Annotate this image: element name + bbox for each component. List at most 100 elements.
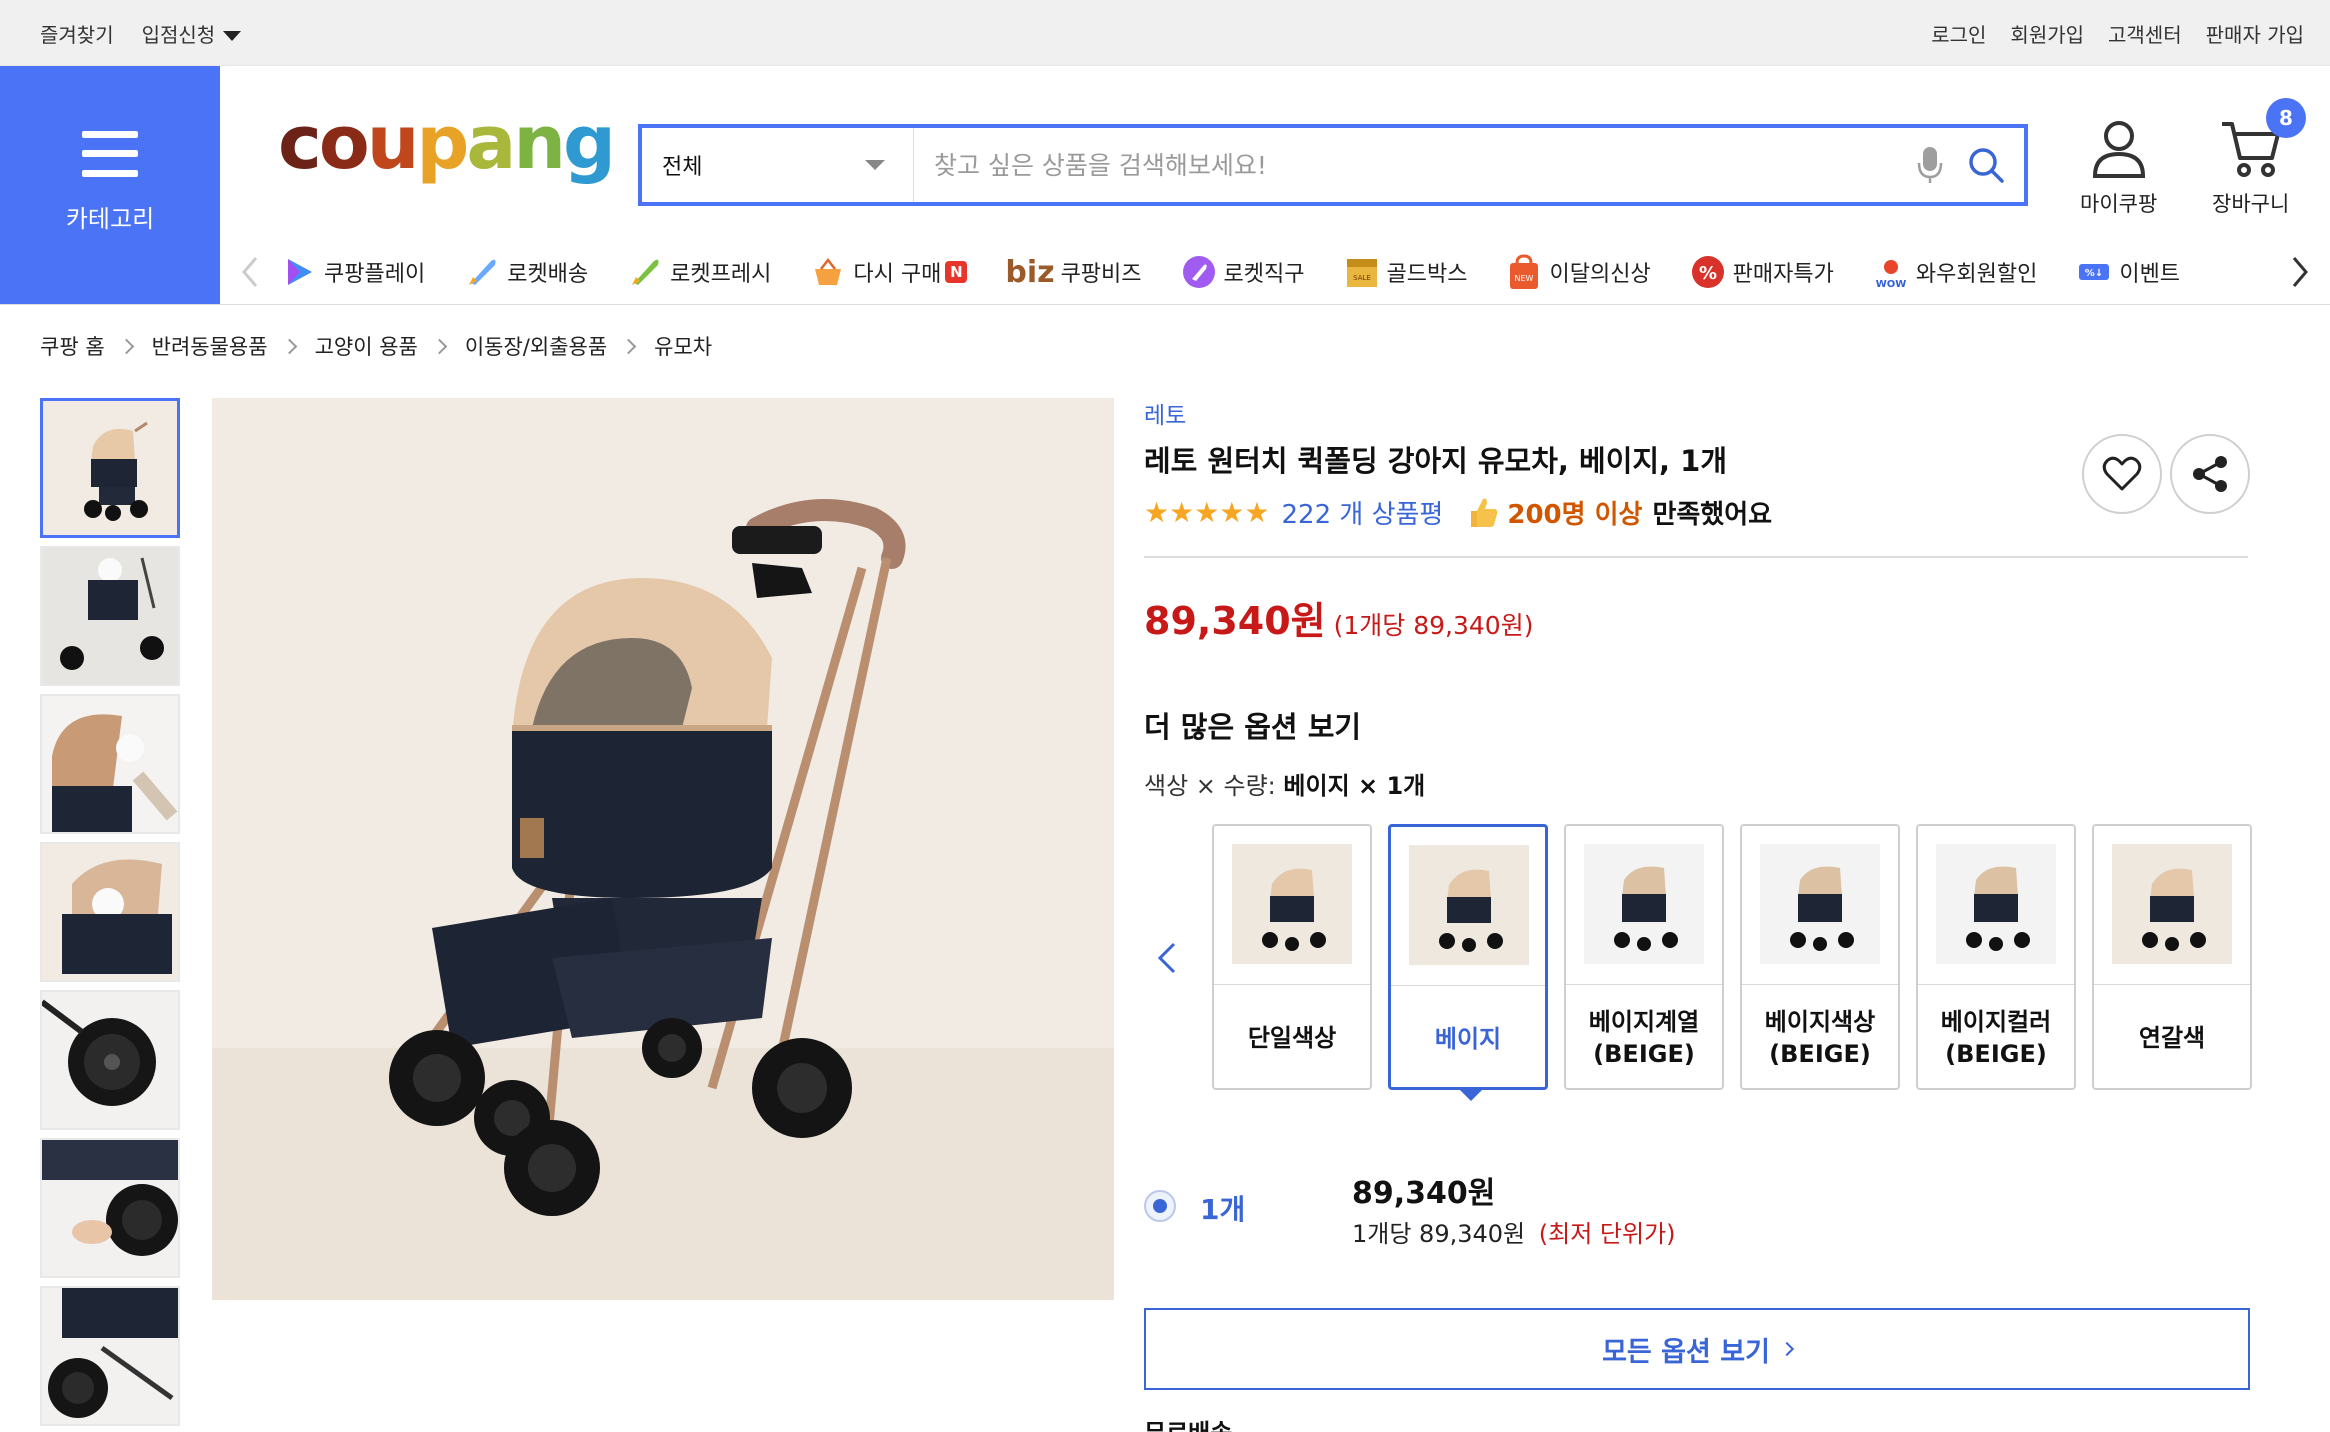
quicknav-item-biz[interactable]: biz 쿠팡비즈 (1005, 255, 1141, 290)
option-divider (1391, 985, 1545, 986)
seller-signup-link[interactable]: 판매자 가입 (2206, 19, 2304, 48)
option-card[interactable]: 단일색상 (1212, 824, 1372, 1090)
event-icon: %↓ (2075, 253, 2113, 291)
quicknav-item-rebuy[interactable]: 다시 구매 N (809, 253, 968, 291)
mycoupang-button[interactable]: 마이쿠팡 (2080, 118, 2157, 218)
product-thumbnail[interactable] (40, 1286, 180, 1426)
quick-nav-bar: 쿠팡플레이 로켓배송 로켓프레시 다시 구매 N biz 쿠팡비즈 로켓직구 S… (220, 240, 2330, 304)
svg-text:%: % (1699, 263, 1717, 284)
quicknav-item-goldbox[interactable]: SALE 골드박스 (1343, 253, 1468, 291)
login-link[interactable]: 로그인 (1931, 19, 1986, 48)
search-button[interactable] (1958, 128, 2014, 202)
brand-link[interactable]: 레토 (1144, 396, 1186, 430)
option-card[interactable]: 베이지계열 (BEIGE) (1564, 824, 1724, 1090)
product-thumbnail[interactable] (40, 1138, 180, 1278)
quicknav-label: 골드박스 (1386, 262, 1468, 287)
quantity-radio[interactable] (1144, 1190, 1176, 1222)
chevron-left-icon (242, 257, 258, 287)
quicknav-label: 판매자특가 (1732, 262, 1834, 287)
option-prefix: 색상 × 수량: (1144, 772, 1284, 800)
review-count-link[interactable]: 222 개 상품평 (1282, 494, 1444, 531)
option-image (2112, 844, 2232, 964)
option-label: 베이지계열 (BEIGE) (1588, 1008, 1700, 1068)
customer-center-link[interactable]: 고객센터 (2108, 19, 2182, 48)
options-prev-button[interactable] (1150, 940, 1186, 976)
product-thumbnail[interactable] (40, 546, 180, 686)
quicknav-item-event[interactable]: %↓ 이벤트 (2075, 253, 2180, 291)
quicknav-label: 다시 구매 (853, 262, 942, 287)
quicknav-label: 로켓직구 (1223, 262, 1305, 287)
quicknav-item-rocket[interactable]: 로켓배송 (463, 253, 588, 291)
quicknav-item-rocketfresh[interactable]: 로켓프레시 (626, 253, 771, 291)
voice-search-button[interactable] (1902, 128, 1958, 202)
category-label: 카테고리 (65, 204, 155, 233)
svg-text:SALE: SALE (1353, 274, 1371, 282)
product-title: 레토 원터치 퀵폴딩 강아지 유모차, 베이지, 1개 (1144, 444, 1728, 478)
product-thumbnail[interactable] (40, 398, 180, 538)
breadcrumb-item[interactable]: 고양이 용품 (315, 331, 418, 361)
product-thumbnail[interactable] (40, 842, 180, 982)
quicknav-item-wow[interactable]: WOW 와우회원할인 (1872, 253, 2037, 291)
quicknav-item-coupangplay[interactable]: 쿠팡플레이 (280, 253, 425, 291)
quantity-label[interactable]: 1개 (1200, 1188, 1245, 1228)
goldbox-icon: SALE (1343, 253, 1381, 291)
search-input[interactable] (914, 128, 1902, 202)
quantity-price: 89,340원 (1352, 1176, 1496, 1211)
wow-icon: WOW (1872, 253, 1910, 291)
coupang-logo[interactable]: coupang (278, 106, 616, 180)
option-card[interactable]: 베이지컬러 (BEIGE) (1916, 824, 2076, 1090)
search-icon (1969, 148, 2004, 183)
lowest-unit-badge: (최저 단위가) (1538, 1220, 1676, 1248)
unit-price: (1개당 89,340원) (1333, 611, 1534, 640)
chevron-right-icon (118, 338, 134, 354)
quicknav-label: 와우회원할인 (1915, 262, 2038, 287)
option-divider (1918, 984, 2074, 985)
option-divider (1566, 984, 1722, 985)
satisfaction-text: 만족했어요 (1652, 499, 1773, 530)
header-divider (0, 304, 2330, 305)
selected-pointer-icon (1459, 1089, 1483, 1101)
seller-apply-dropdown[interactable]: 입점신청 (142, 19, 242, 48)
share-icon (2193, 456, 2227, 492)
quick-nav-prev-button[interactable] (220, 240, 280, 304)
rocket-icon (463, 253, 501, 291)
selected-option-text: 색상 × 수량: 베이지 × 1개 (1144, 766, 1425, 801)
breadcrumb: 쿠팡 홈 반려동물용품 고양이 용품 이동장/외출용품 유모차 (40, 330, 712, 362)
percent-icon: % (1689, 253, 1727, 291)
signup-link[interactable]: 회원가입 (2010, 19, 2084, 48)
play-icon (280, 253, 318, 291)
option-divider (1214, 984, 1370, 985)
breadcrumb-item[interactable]: 이동장/외출용품 (465, 331, 607, 361)
quicknav-item-sellerdeal[interactable]: % 판매자특가 (1689, 253, 1834, 291)
breadcrumb-item[interactable]: 유모차 (654, 331, 712, 361)
rating-stars: ★★★★★ (1144, 495, 1270, 529)
option-image (1232, 844, 1352, 964)
all-options-button[interactable]: 모든 옵션 보기 (1144, 1308, 2250, 1390)
quicknav-label: 쿠팡비즈 (1060, 262, 1142, 287)
svg-text:NEW: NEW (1515, 274, 1534, 283)
more-options-heading: 더 많은 옵션 보기 (1144, 710, 1362, 744)
quicknav-item-newarrivals[interactable]: NEW 이달의신상 (1505, 253, 1651, 291)
quicknav-item-rocketglobal[interactable]: 로켓직구 (1180, 253, 1305, 291)
search-category-select[interactable]: 전체 (642, 128, 914, 202)
quicknav-label: 이벤트 (2119, 262, 2181, 287)
product-thumbnail[interactable] (40, 694, 180, 834)
shipping-heading: 무료배송 (1144, 1416, 1232, 1432)
favorites-link[interactable]: 즐겨찾기 (40, 19, 114, 48)
quantity-unit-price: 1개당 89,340원 (최저 단위가) (1352, 1214, 1676, 1249)
quicknav-label: 로켓프레시 (670, 262, 772, 287)
quick-nav-next-button[interactable] (2270, 240, 2330, 304)
option-card-selected[interactable]: 베이지 (1388, 824, 1548, 1101)
option-card[interactable]: 베이지색상 (BEIGE) (1740, 824, 1900, 1090)
dropdown-arrow-icon (865, 160, 885, 170)
wishlist-button[interactable] (2082, 434, 2162, 514)
option-label: 베이지 (1434, 1025, 1502, 1053)
product-thumbnail[interactable] (40, 990, 180, 1130)
main-product-image (212, 398, 1114, 1300)
breadcrumb-item[interactable]: 반려동물용품 (152, 331, 268, 361)
share-button[interactable] (2170, 434, 2250, 514)
option-card[interactable]: 연갈색 (2092, 824, 2252, 1090)
microphone-icon (1917, 147, 1943, 183)
category-menu-button[interactable]: 카테고리 (0, 66, 220, 304)
breadcrumb-item[interactable]: 쿠팡 홈 (40, 331, 105, 361)
